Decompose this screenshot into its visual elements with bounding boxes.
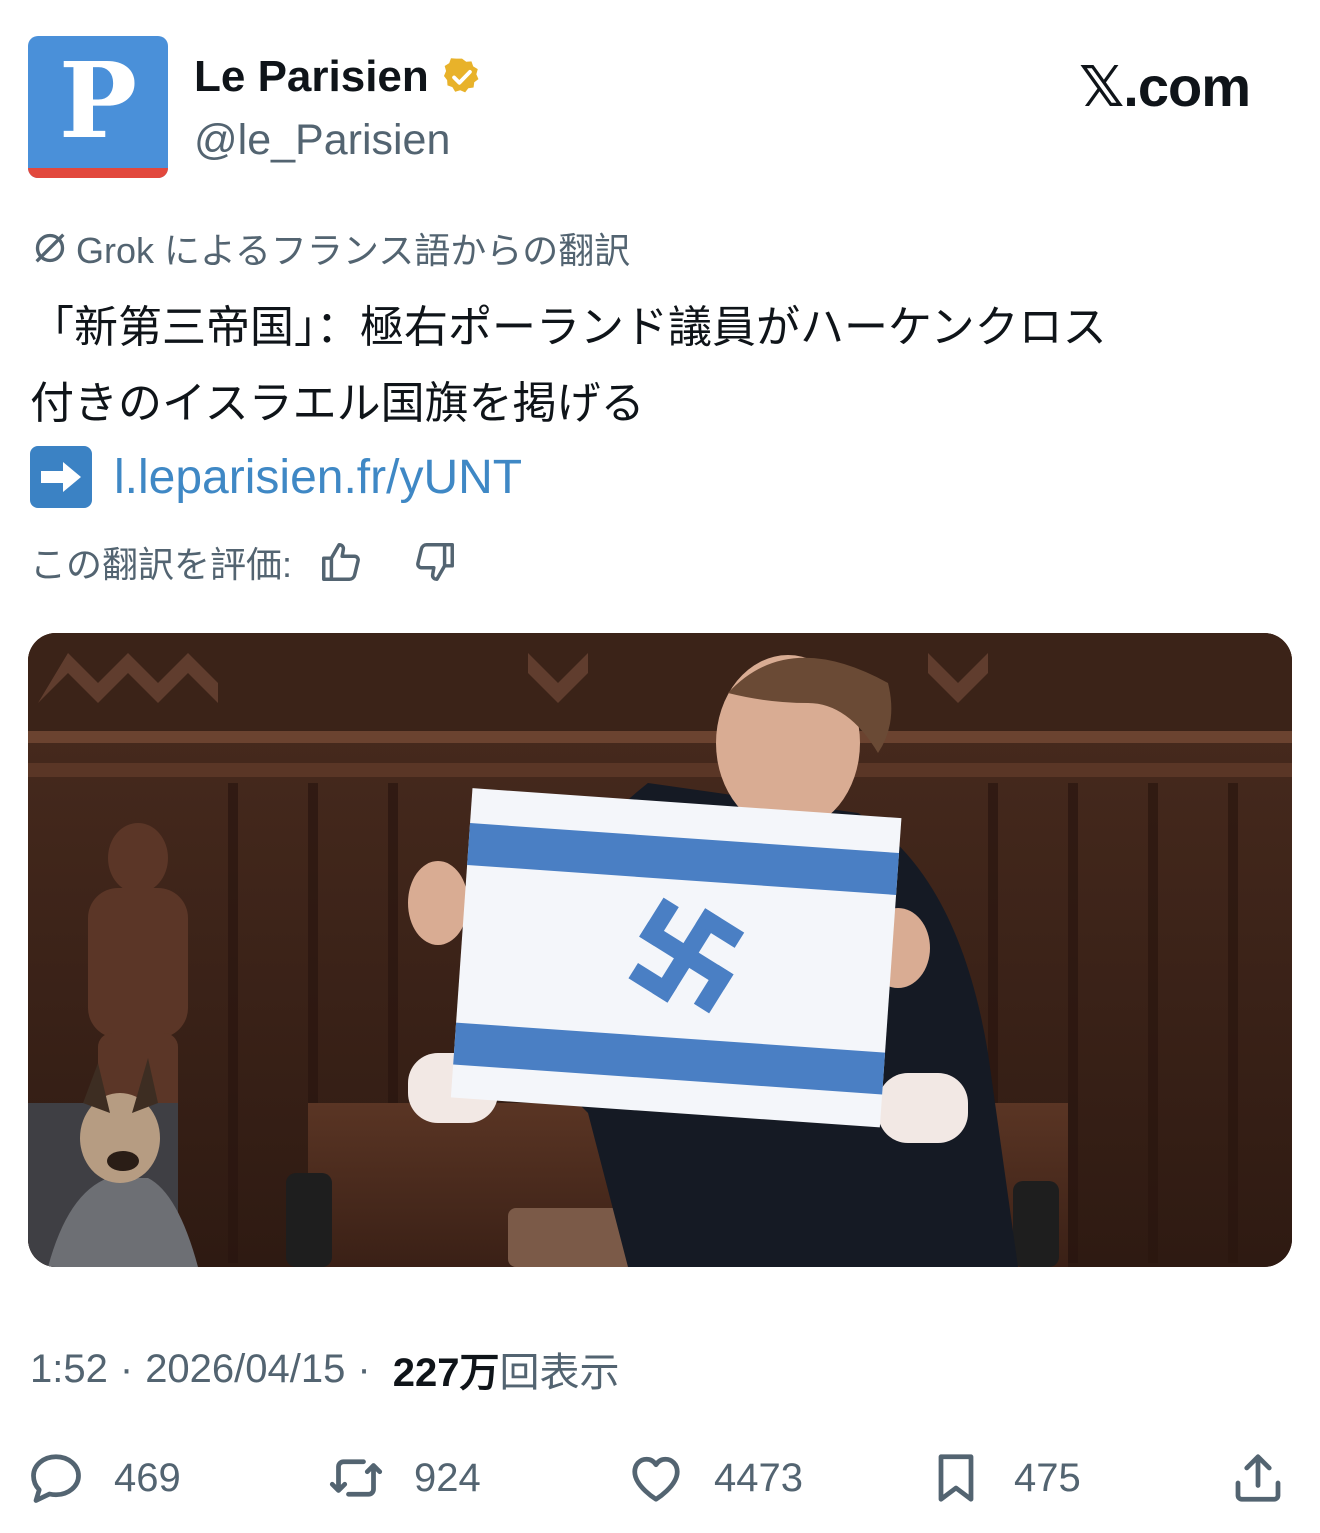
grok-icon: [35, 233, 65, 263]
tweet-time[interactable]: 1:52: [30, 1347, 108, 1392]
reply-icon: [31, 1454, 81, 1503]
view-count: 227万: [392, 1351, 500, 1395]
meta-separator: ·: [119, 1346, 134, 1391]
tweet-meta: 1:52 · 2026/04/15 · 227万 回表示: [30, 1340, 619, 1398]
translation-label: Grok によるフランス語からの翻訳: [30, 222, 630, 274]
reply-count: 469: [114, 1455, 181, 1500]
bookmark-button[interactable]: 475: [926, 1438, 1081, 1518]
avatar[interactable]: P: [28, 36, 168, 178]
link-row: l.leparisien.fr/yUNT: [30, 446, 522, 508]
share-button[interactable]: [1228, 1438, 1316, 1518]
avatar-letter: P: [58, 39, 138, 162]
tweet-actions: 469 924 4473 475: [26, 1438, 1296, 1518]
tweet-date[interactable]: 2026/04/15: [145, 1347, 345, 1392]
tweet-media-photo[interactable]: [28, 633, 1292, 1267]
tweet-text: 「新第三帝国」：極右ポーランド議員がハーケンクロス 付きのイスラエル国旗を掲げる: [30, 290, 1300, 442]
translation-text: Grok によるフランス語からの翻訳: [76, 230, 631, 271]
account-name[interactable]: Le Parisien: [194, 52, 429, 102]
arrow-right-emoji-icon: [30, 446, 92, 508]
bookmark-icon: [938, 1454, 974, 1502]
tweet-text-line-2: 付きのイスラエル国旗を掲げる: [30, 379, 645, 428]
avatar-stripe: [28, 168, 168, 178]
verified-badge-icon: [443, 58, 479, 93]
retweet-button[interactable]: 924: [326, 1438, 481, 1518]
meta-separator: ·: [357, 1346, 371, 1391]
heart-icon: [632, 1456, 680, 1502]
tweet-header: P Le Parisien @le_Parisien 𝕏.com: [28, 36, 1292, 180]
article-link[interactable]: l.leparisien.fr/yUNT: [114, 450, 522, 505]
view-count-label: 回表示: [499, 1351, 620, 1395]
like-count: 4473: [714, 1455, 803, 1500]
reply-button[interactable]: 469: [26, 1438, 181, 1518]
photo-illustration: [28, 633, 1292, 1267]
like-button[interactable]: 4473: [626, 1438, 803, 1518]
retweet-icon: [329, 1459, 383, 1497]
rate-label: この翻訳を評価:: [30, 544, 293, 585]
bookmark-count: 475: [1014, 1455, 1081, 1500]
site-logo[interactable]: 𝕏.com: [1079, 54, 1251, 120]
thumbs-down-icon[interactable]: [412, 539, 458, 585]
account-handle[interactable]: @le_Parisien: [194, 116, 450, 165]
share-icon: [1235, 1454, 1281, 1502]
rate-translation: この翻訳を評価:: [30, 536, 458, 588]
tweet-text-line-1: 「新第三帝国」：極右ポーランド議員がハーケンクロス: [30, 303, 1107, 352]
name-row: Le Parisien: [194, 52, 483, 102]
thumbs-up-icon[interactable]: [318, 539, 364, 585]
retweet-count: 924: [414, 1455, 481, 1500]
